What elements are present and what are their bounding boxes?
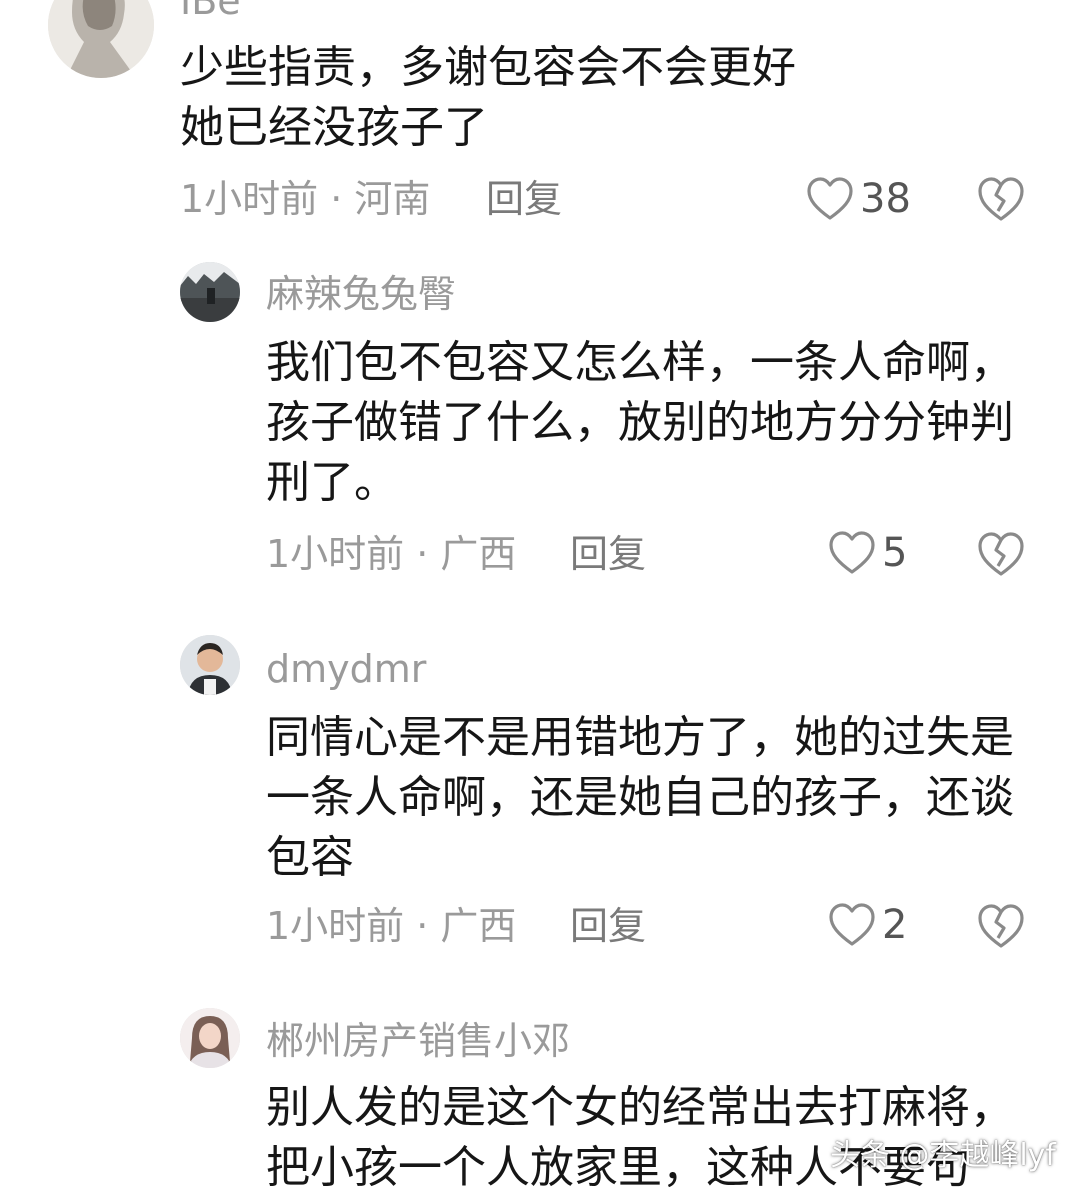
dislike-button[interactable] xyxy=(976,902,1026,950)
broken-heart-icon xyxy=(978,177,1024,221)
avatar-portrait-image xyxy=(48,0,154,78)
comment-time-location: 1小时前 · 河南 xyxy=(180,177,431,221)
like-button[interactable]: 2 xyxy=(828,900,907,950)
reply-button[interactable]: 回复 xyxy=(486,180,562,218)
comment-text: 同情心是不是用错地方了，她的过失是 一条人命啊，还是她自己的孩子，还谈 包容 xyxy=(266,712,1014,883)
reply-comment-item: 麻辣兔兔臀 我们包不包容又怎么样，一条人命啊， 孩子做错了什么，放别的地方分分钟… xyxy=(0,240,1080,600)
broken-heart-icon xyxy=(978,904,1024,948)
username[interactable]: dmydmr xyxy=(266,650,426,688)
broken-heart-icon xyxy=(978,532,1024,576)
avatar-person-image xyxy=(180,1008,240,1068)
avatar-landscape-image xyxy=(180,262,240,322)
avatar-person-image xyxy=(180,635,240,695)
avatar[interactable] xyxy=(180,262,240,322)
heart-outline-icon xyxy=(807,177,853,220)
reply-comment-item: dmydmr 同情心是不是用错地方了，她的过失是 一条人命啊，还是她自己的孩子，… xyxy=(0,615,1080,975)
comment-time-location: 1小时前 · 广西 xyxy=(266,532,517,576)
avatar[interactable] xyxy=(180,635,240,695)
watermark: 头条 @李越峰lyf xyxy=(829,1138,1056,1173)
reply-button[interactable]: 回复 xyxy=(570,535,646,573)
dislike-button[interactable] xyxy=(976,175,1026,223)
heart-outline-icon xyxy=(829,531,875,574)
comment-time-location: 1小时前 · 广西 xyxy=(266,904,517,948)
comment-thread: IBe 少些指责，多谢包容会不会更好 她已经没孩子了 1小时前 · 河南 回复 … xyxy=(0,0,1080,1202)
comment-item: IBe 少些指责，多谢包容会不会更好 她已经没孩子了 1小时前 · 河南 回复 … xyxy=(0,0,1080,240)
like-button[interactable]: 38 xyxy=(806,174,911,224)
avatar[interactable] xyxy=(180,1008,240,1068)
comment-text: 少些指责，多谢包容会不会更好 她已经没孩子了 xyxy=(180,42,796,153)
username[interactable]: IBe xyxy=(180,0,241,20)
dislike-button[interactable] xyxy=(976,530,1026,578)
reply-button[interactable]: 回复 xyxy=(570,907,646,945)
username[interactable]: 郴州房产销售小邓 xyxy=(266,1022,570,1060)
avatar[interactable] xyxy=(48,0,154,78)
heart-outline-icon xyxy=(829,903,875,946)
like-count: 38 xyxy=(860,176,911,222)
username[interactable]: 麻辣兔兔臀 xyxy=(266,275,456,313)
comment-text: 我们包不包容又怎么样，一条人命啊， 孩子做错了什么，放别的地方分分钟判 刑了。 xyxy=(266,337,1014,508)
like-button[interactable]: 5 xyxy=(828,528,907,578)
like-count: 2 xyxy=(882,902,908,948)
like-count: 5 xyxy=(882,530,908,576)
